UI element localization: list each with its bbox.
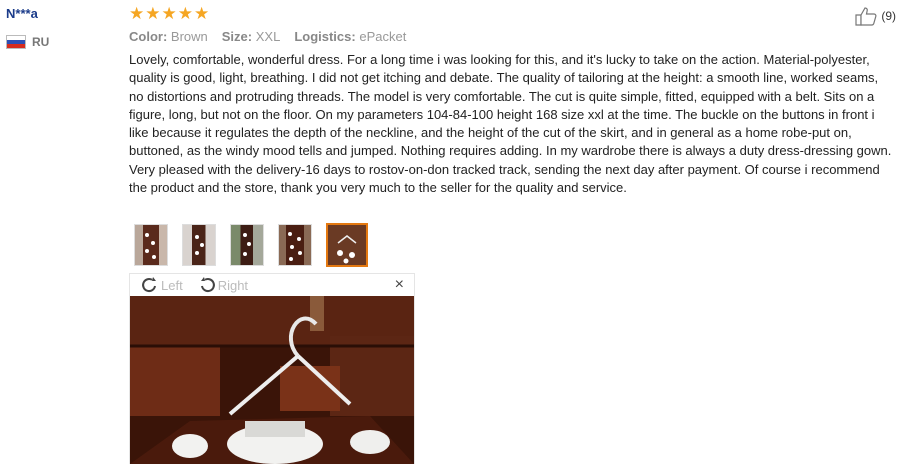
size-value: XXL <box>255 29 281 44</box>
rotate-left-label: Left <box>161 277 183 293</box>
logistics-label: Logistics: <box>294 29 356 44</box>
star-icon: ★ <box>129 4 145 23</box>
thumbs-up-icon <box>855 7 877 26</box>
logistics-value: ePacket <box>359 29 407 44</box>
polka-dot-pattern <box>288 232 302 261</box>
polka-dot-pattern <box>195 235 204 255</box>
review-photo-thumbnail[interactable] <box>278 224 312 266</box>
star-icon: ★ <box>177 4 193 23</box>
color-attribute: Color: Brown <box>129 29 208 44</box>
dress-on-hanger-photo <box>130 296 414 464</box>
helpful-vote-button[interactable]: (9) <box>854 6 896 26</box>
polka-dot-pattern <box>243 233 251 256</box>
rotate-left-button[interactable]: Left <box>140 275 183 295</box>
polka-dot-pattern <box>145 233 156 259</box>
review-photo-thumbnail[interactable] <box>230 224 264 266</box>
star-icon: ★ <box>161 4 177 23</box>
rotate-left-icon <box>142 277 156 293</box>
review-photo-thumbnail[interactable] <box>182 224 216 266</box>
reviewer-country: RU <box>6 35 49 49</box>
hanger-dress-pattern <box>337 235 357 264</box>
size-label: Size: <box>221 29 253 44</box>
order-attributes: Color: Brown Size: XXL Logistics: ePacke… <box>129 29 406 44</box>
rotate-right-button[interactable]: Right <box>197 275 248 295</box>
rotate-right-label: Right <box>217 277 249 293</box>
review-photo-thumbnail-selected[interactable] <box>326 223 368 267</box>
color-value: Brown <box>170 29 208 44</box>
review-text: Lovely, comfortable, wonderful dress. Fo… <box>129 52 892 196</box>
country-code: RU <box>32 35 50 49</box>
close-viewer-button[interactable]: × <box>395 276 404 294</box>
photo-viewer: Left Right × <box>129 273 415 464</box>
helpful-count: (9) <box>881 9 896 23</box>
color-label: Color: <box>129 29 168 44</box>
review-photo-large <box>130 296 414 464</box>
rotate-right-icon <box>200 277 215 293</box>
photo-viewer-toolbar: Left Right × <box>130 274 414 296</box>
logistics-attribute: Logistics: ePacket <box>294 29 406 44</box>
star-icon: ★ <box>194 4 210 23</box>
size-attribute: Size: XXL <box>222 29 281 44</box>
russia-flag-icon <box>6 35 26 49</box>
star-icon: ★ <box>145 4 161 23</box>
rating-stars: ★ ★ ★ ★ ★ <box>129 5 209 23</box>
reviewer-name: N***a <box>6 6 38 21</box>
review-photo-thumbnails <box>134 223 368 267</box>
review-photo-thumbnail[interactable] <box>134 224 168 266</box>
reviewer-info: N***a RU <box>6 6 49 49</box>
